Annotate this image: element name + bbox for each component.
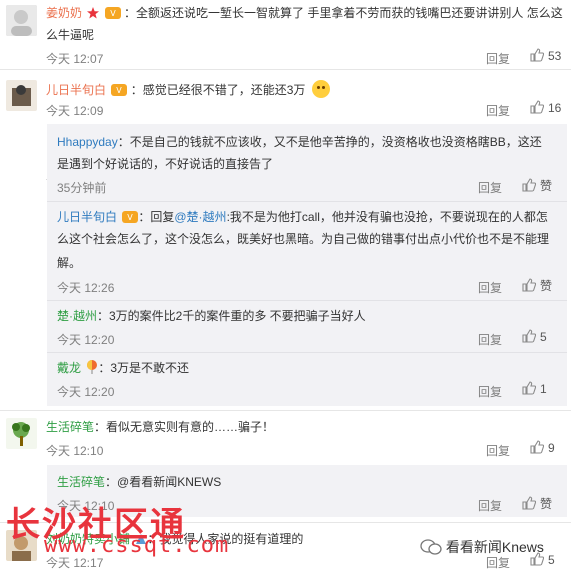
thumbs-up-icon [530, 100, 544, 114]
reply-button[interactable]: 回复 [486, 50, 510, 67]
like-button[interactable]: 53 [530, 48, 561, 63]
reply-button[interactable]: 回复 [486, 442, 510, 459]
divider [47, 201, 567, 202]
star-icon [87, 6, 100, 24]
like-label: 赞 [540, 497, 553, 511]
thumbs-up-icon [522, 329, 536, 343]
timestamp: 今天 12:09 [46, 104, 104, 118]
timestamp: 今天 12:20 [57, 333, 115, 347]
thumbs-up-icon [522, 381, 536, 395]
thumbs-up-icon [530, 440, 544, 454]
thumbs-up-icon [522, 178, 536, 192]
like-button[interactable]: 5 [522, 329, 547, 344]
like-button[interactable]: 赞 [522, 495, 552, 512]
reply-text-cont: 解。 [57, 256, 82, 270]
mention-link[interactable]: @楚·越州 [174, 210, 226, 224]
svg-text:V: V [128, 213, 134, 222]
reply-button[interactable]: 回复 [478, 383, 502, 400]
like-button[interactable]: 赞 [522, 177, 552, 194]
vip-badge-icon: V [111, 83, 128, 101]
divider [0, 410, 571, 411]
reply-author[interactable]: 楚·越州 [57, 309, 97, 323]
reply-button[interactable]: 回复 [486, 102, 510, 119]
thumbs-up-icon [522, 278, 536, 292]
divider [47, 300, 567, 301]
balloon-badge-icon [86, 360, 98, 379]
reply-prefix: ：回复 [138, 210, 175, 224]
thumbs-up-icon [522, 496, 536, 510]
timestamp: 今天 12:26 [57, 281, 115, 295]
reply-button[interactable]: 回复 [478, 279, 502, 296]
timestamp: 今天 12:10 [46, 444, 104, 458]
reply-author[interactable]: 戴龙 [57, 361, 81, 375]
like-button[interactable]: 9 [530, 440, 555, 455]
thumbs-up-icon [530, 48, 544, 62]
like-label: 赞 [540, 179, 553, 193]
vip-badge-icon: V [104, 6, 121, 24]
svg-text:V: V [110, 9, 116, 18]
timestamp: 今天 12:20 [57, 385, 115, 399]
like-count: 1 [540, 382, 547, 396]
reply-author[interactable]: Hhappyday [57, 135, 118, 149]
reply-text: ：@看看新闻KNEWS [105, 475, 222, 489]
like-count: 16 [548, 101, 562, 115]
avatar[interactable] [6, 5, 37, 36]
watermark-url: www.cssqt.com [44, 533, 230, 558]
vip-badge-icon: V [122, 210, 139, 228]
watermark-logo: 看看新闻Knews [420, 537, 544, 557]
divider [47, 352, 567, 353]
watermark-logo-text: 看看新闻Knews [445, 539, 544, 555]
reply-text: ：3万的案件比2千的案件重的多 不要把骗子当好人 [97, 309, 366, 323]
timestamp: 今天 12:07 [46, 52, 104, 66]
reply-button[interactable]: 回复 [478, 179, 502, 196]
wechat-icon [420, 539, 442, 555]
reply-author[interactable]: 生活碎笔 [57, 475, 105, 489]
comment-text-cont: 么牛逼呢 [46, 28, 95, 42]
like-button[interactable]: 赞 [522, 277, 552, 294]
reply-text: :我不是为他打call，他并没有骗也没抢，不要说现在的人都怎 [226, 210, 548, 224]
like-button[interactable]: 16 [530, 100, 561, 115]
svg-text:V: V [117, 86, 123, 95]
reply-text-cont: 是遇到个好说话的，不好说话的直接告了 [57, 157, 274, 171]
avatar[interactable] [6, 418, 37, 449]
comment-text: ：全额返还说吃一堑长一智就算了 手里拿着不劳而获的钱嘴巴还要讲讲别人 怎么这 [124, 6, 563, 20]
reply-text: ：3万是不敢不还 [98, 361, 190, 375]
timestamp: 35分钟前 [57, 181, 107, 195]
comment-text: ：感觉已经很不错了，还能还3万 [130, 83, 306, 97]
like-count: 53 [548, 49, 562, 63]
reply-button[interactable]: 回复 [478, 331, 502, 348]
comment-author[interactable]: 生活碎笔 [46, 420, 94, 434]
like-label: 赞 [540, 279, 553, 293]
comment-text: ：看似无意实则有意的……骗子！ [94, 420, 275, 434]
like-count: 5 [540, 330, 547, 344]
reply-text-cont: 么这个社会怎么了，这个没怎么，既美好也黑暗。为自己做的错事付出点小代价也不是不能… [57, 232, 550, 246]
reply-button[interactable]: 回复 [478, 497, 502, 514]
reply-text: ：不是自己的钱就不应该收，又不是他辛苦挣的，没资格收也没资格瞎BB，这还 [117, 135, 542, 149]
like-count: 5 [548, 553, 555, 567]
comment-1: 姜奶奶 V ：全额返还说吃一堑长一智就算了 手里拿着不劳而获的钱嘴巴还要讲讲别人… [0, 0, 571, 68]
comment-author[interactable]: 儿日半旬白 [46, 83, 106, 97]
smile-emoji-icon [311, 80, 330, 98]
avatar[interactable] [6, 80, 37, 111]
reply-author[interactable]: 儿日半旬白 [57, 210, 117, 224]
comment-author[interactable]: 姜奶奶 [46, 6, 82, 20]
like-button[interactable]: 1 [522, 381, 547, 396]
like-count: 9 [548, 441, 555, 455]
